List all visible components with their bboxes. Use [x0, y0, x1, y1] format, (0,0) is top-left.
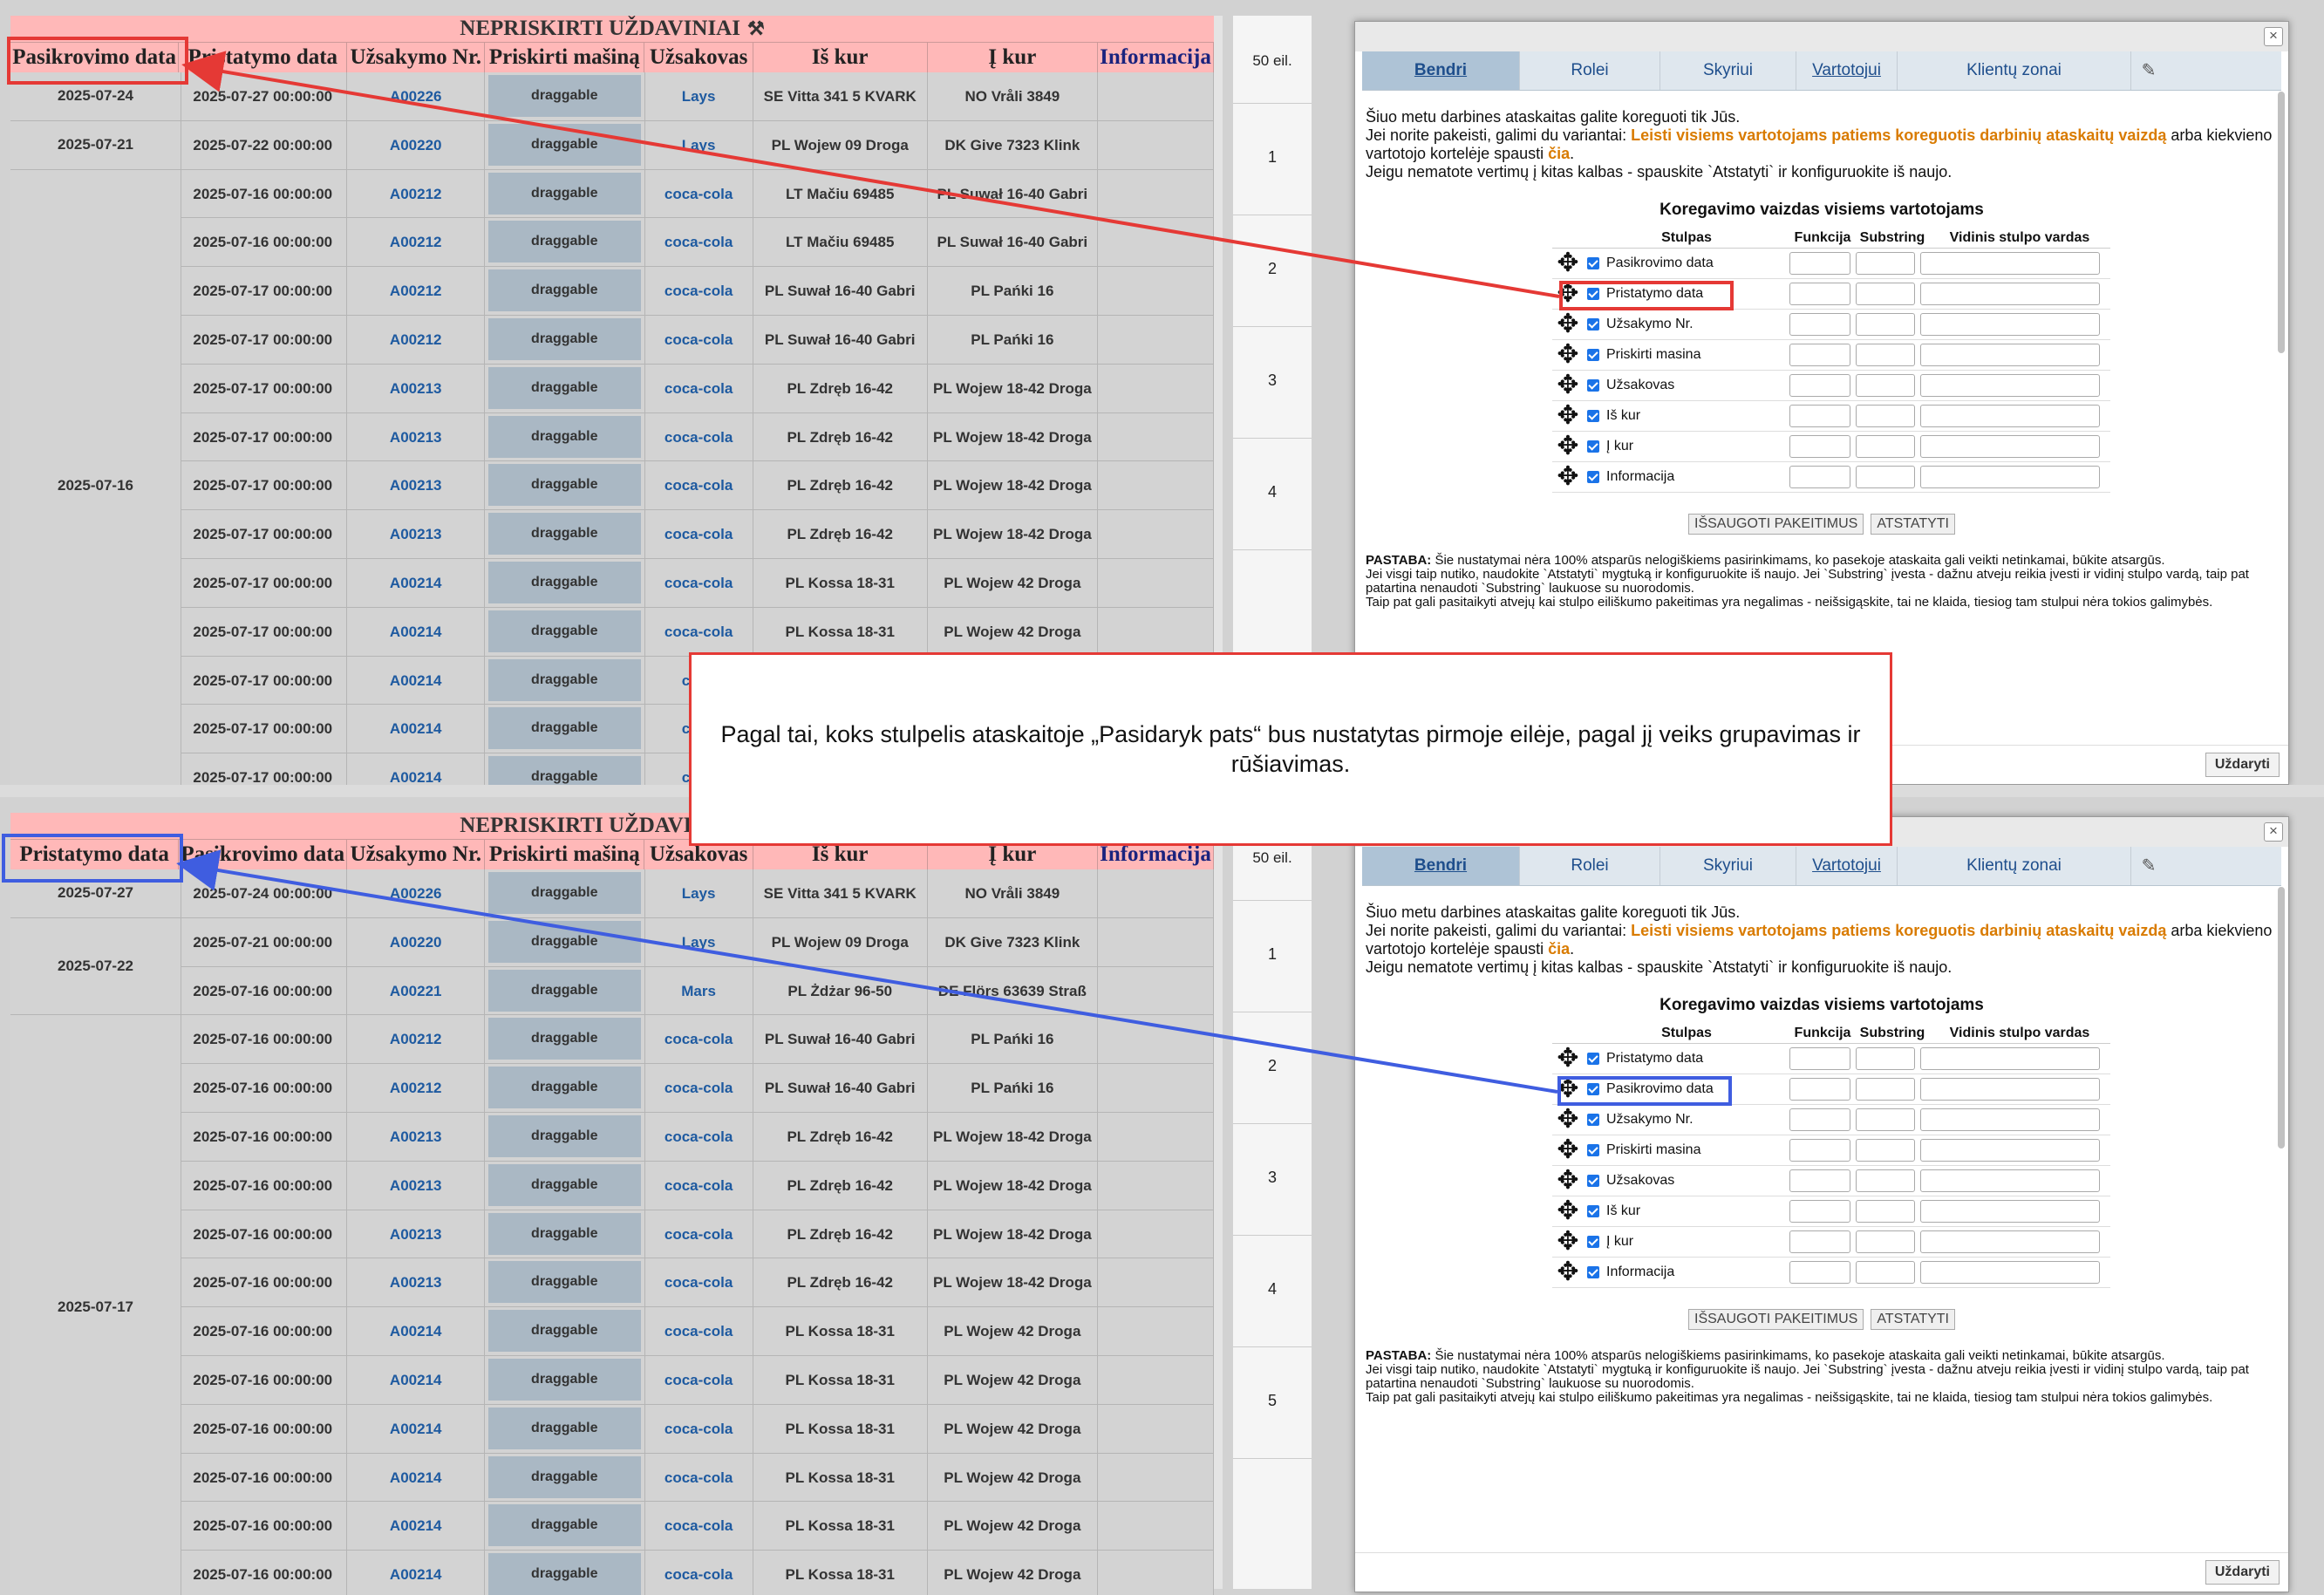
red-arrow [181, 51, 1560, 298]
blue-arrow [176, 849, 1558, 1094]
explanation-callout: Pagal tai, koks stulpelis ataskaitoje „P… [689, 652, 1892, 846]
callout-text: Pagal tai, koks stulpelis ataskaitoje „P… [720, 721, 1861, 777]
